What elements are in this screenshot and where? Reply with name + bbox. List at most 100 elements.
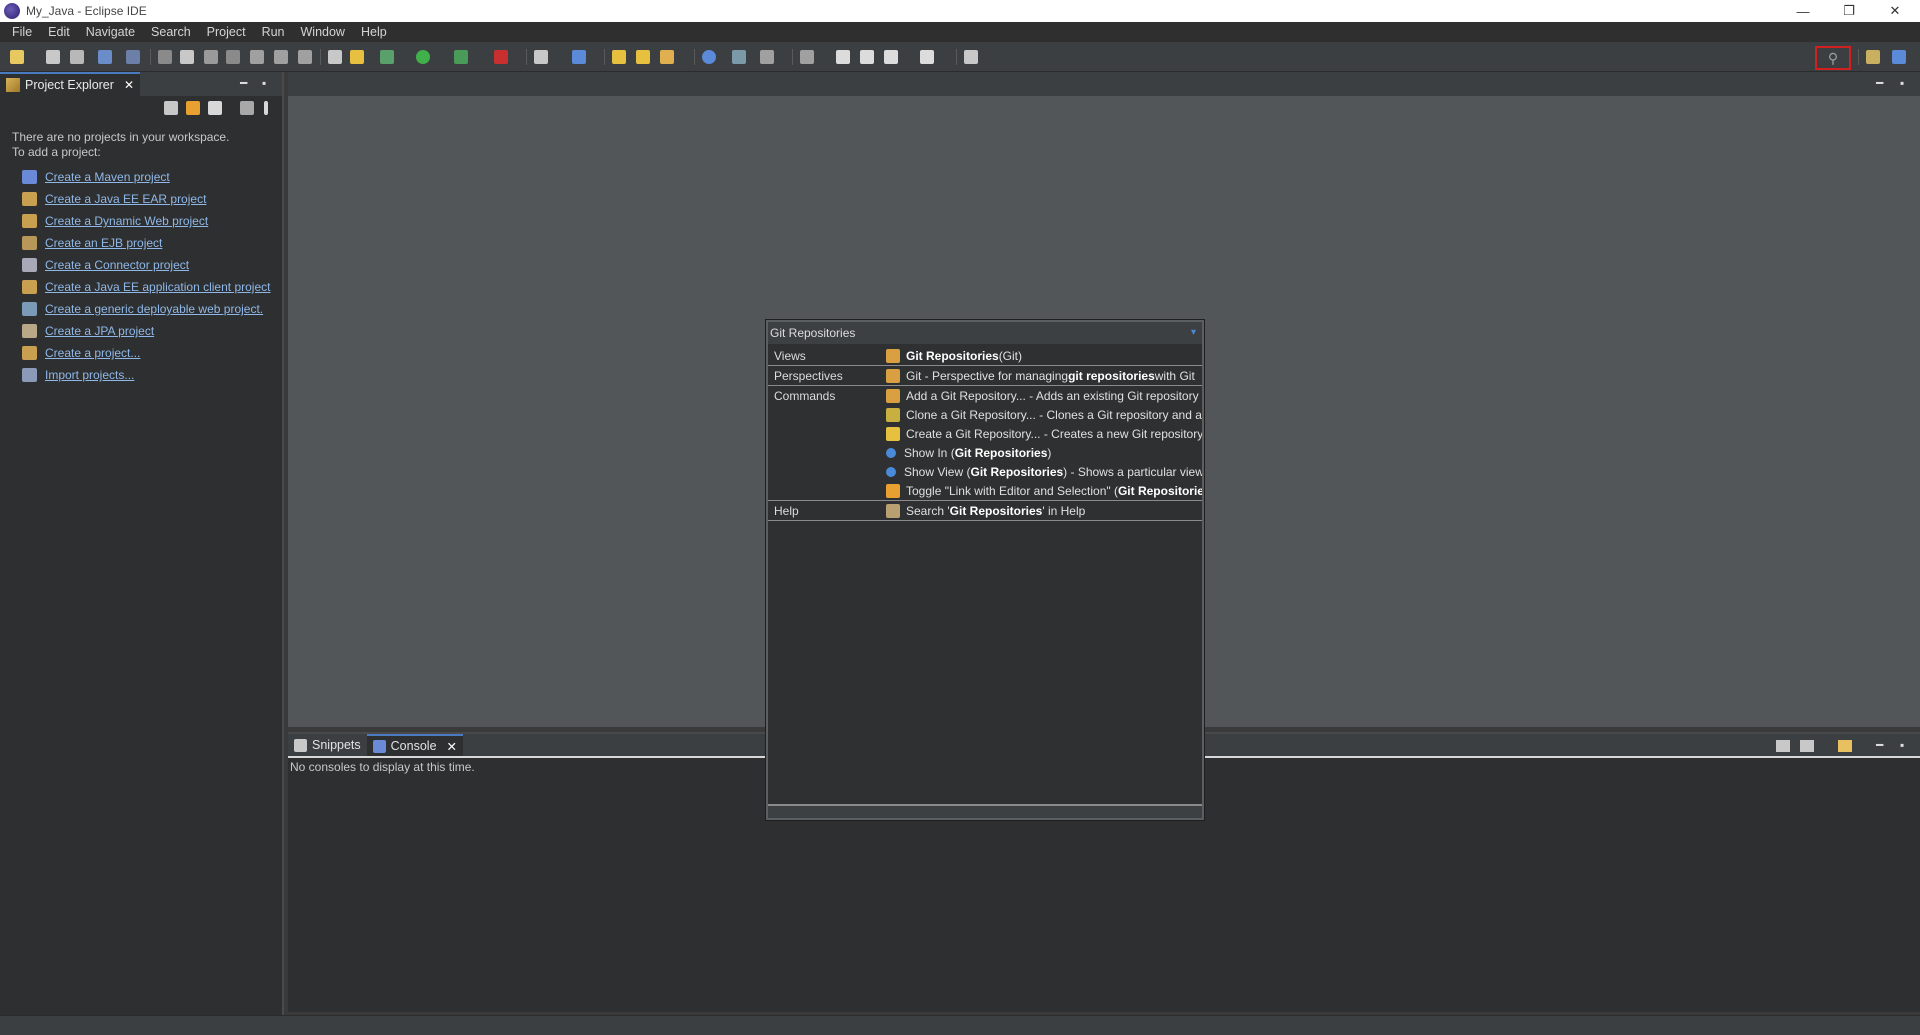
step-return-icon[interactable] <box>298 50 312 64</box>
globe-icon[interactable] <box>702 50 716 64</box>
create-ear-project-link[interactable]: Create a Java EE EAR project <box>45 192 206 206</box>
new-server-icon[interactable] <box>328 50 342 64</box>
new-icon[interactable] <box>10 50 24 64</box>
step-over-icon[interactable] <box>274 50 288 64</box>
maximize-view-button[interactable]: ▪ <box>262 76 266 90</box>
list-item[interactable]: Toggle "Link with Editor and Selection" … <box>768 481 1202 500</box>
tab-project-explorer[interactable]: Project Explorer ✕ <box>0 72 140 96</box>
forward-icon[interactable] <box>920 50 934 64</box>
new-console-icon[interactable] <box>1838 740 1852 752</box>
restore-window-button[interactable]: ❐ <box>1826 0 1872 22</box>
project-explorer-toolbar <box>0 96 282 120</box>
result-git-perspective[interactable]: Git - Perspective for managing git repos… <box>886 368 1202 383</box>
save-all-icon[interactable] <box>70 50 84 64</box>
save-icon[interactable] <box>46 50 60 64</box>
create-jpa-project-link[interactable]: Create a JPA project <box>45 324 154 338</box>
create-generic-web-project-link[interactable]: Create a generic deployable web project. <box>45 302 263 316</box>
menu-project[interactable]: Project <box>199 22 254 42</box>
result-show-view[interactable]: Show View (Git Repositories) - Shows a p… <box>886 465 1202 479</box>
list-item[interactable]: Clone a Git Repository... - Clones a Git… <box>768 405 1202 424</box>
project-explorer-view: Project Explorer ✕ ━ ▪ There are no proj… <box>0 72 284 1015</box>
list-item[interactable]: Perspectives Git - Perspective for manag… <box>768 366 1202 385</box>
tab-console[interactable]: Console ✕ <box>366 734 464 756</box>
resume-icon[interactable] <box>158 50 172 64</box>
prev-annotation-icon[interactable] <box>836 50 850 64</box>
list-item[interactable]: Help Search ' Git Repositories ' in Help <box>768 501 1202 520</box>
popup-menu-icon[interactable]: ▾ <box>1191 327 1196 338</box>
menu-help[interactable]: Help <box>353 22 395 42</box>
close-window-button[interactable]: ✕ <box>1872 0 1918 22</box>
menu-window[interactable]: Window <box>293 22 353 42</box>
external-tools-icon[interactable] <box>494 50 508 64</box>
collapse-all-icon[interactable] <box>164 101 178 115</box>
next-annotation-icon[interactable] <box>860 50 874 64</box>
close-icon[interactable]: ✕ <box>447 739 457 754</box>
open-type-icon[interactable] <box>350 50 364 64</box>
minimize-console-button[interactable]: ━ <box>1876 738 1883 752</box>
minimize-editor-button[interactable]: ━ <box>1876 76 1883 90</box>
open-perspective-icon[interactable] <box>1866 50 1880 64</box>
suspend-icon[interactable] <box>180 50 194 64</box>
view-menu-icon[interactable] <box>264 101 268 115</box>
maximize-console-button[interactable]: ▪ <box>1900 738 1904 752</box>
list-item: Create a generic deployable web project. <box>22 298 282 320</box>
category-label: Views <box>774 348 806 363</box>
result-git-repositories-view[interactable]: Git Repositories (Git) <box>886 348 1202 363</box>
menu-run[interactable]: Run <box>254 22 293 42</box>
maximize-editor-button[interactable]: ▪ <box>1900 76 1904 90</box>
new-package-icon[interactable] <box>572 50 586 64</box>
debug-icon[interactable] <box>380 50 394 64</box>
create-maven-project-link[interactable]: Create a Maven project <box>45 170 170 184</box>
tab-snippets[interactable]: Snippets <box>288 734 367 756</box>
filter-icon[interactable] <box>208 101 222 115</box>
list-item[interactable]: Commands Add a Git Repository... - Adds … <box>768 386 1202 405</box>
open-console-icon[interactable] <box>964 50 978 64</box>
pin-editor-icon[interactable] <box>800 50 814 64</box>
result-toggle-link[interactable]: Toggle "Link with Editor and Selection" … <box>886 483 1202 498</box>
web-browser-icon[interactable] <box>732 50 746 64</box>
create-dynamic-web-project-link[interactable]: Create a Dynamic Web project <box>45 214 208 228</box>
terminal-icon[interactable] <box>98 50 112 64</box>
list-item[interactable]: Create a Git Repository... - Creates a n… <box>768 424 1202 443</box>
coverage-icon[interactable] <box>454 50 468 64</box>
list-item[interactable]: Show In (Git Repositories) <box>768 443 1202 462</box>
terminate-icon[interactable] <box>204 50 218 64</box>
run-icon[interactable] <box>416 50 430 64</box>
disconnect-icon[interactable] <box>226 50 240 64</box>
minimize-view-button[interactable]: ━ <box>240 76 247 90</box>
minimize-window-button[interactable]: — <box>1780 0 1826 22</box>
create-connector-project-link[interactable]: Create a Connector project <box>45 258 189 272</box>
open-task-icon[interactable] <box>636 50 650 64</box>
java-ee-perspective-icon[interactable] <box>1892 50 1906 64</box>
search-tool-icon[interactable] <box>660 50 674 64</box>
result-show-in[interactable]: Show In (Git Repositories) <box>886 446 1202 460</box>
new-java-project-icon[interactable] <box>534 50 548 64</box>
focus-on-task-icon[interactable] <box>240 101 254 115</box>
link-with-editor-icon[interactable] <box>186 101 200 115</box>
skip-breakpoints-icon[interactable] <box>126 50 140 64</box>
search-icon[interactable]: ⚲ <box>1815 46 1851 70</box>
step-into-icon[interactable] <box>250 50 264 64</box>
list-item[interactable]: Views Git Repositories (Git) <box>768 346 1202 365</box>
display-console-icon[interactable] <box>1800 740 1814 752</box>
quick-access-filter-text[interactable]: Git Repositories <box>770 326 855 340</box>
menu-file[interactable]: File <box>4 22 40 42</box>
list-item[interactable]: Show View (Git Repositories) - Shows a p… <box>768 462 1202 481</box>
close-icon[interactable]: ✕ <box>124 78 134 92</box>
result-search-help[interactable]: Search ' Git Repositories ' in Help <box>886 503 1202 518</box>
create-ejb-project-link[interactable]: Create an EJB project <box>45 236 162 250</box>
annotation-icon[interactable] <box>760 50 774 64</box>
menu-edit[interactable]: Edit <box>40 22 78 42</box>
import-projects-link[interactable]: Import projects... <box>45 368 134 382</box>
open-console-icon[interactable] <box>1776 740 1790 752</box>
result-clone-git-repository[interactable]: Clone a Git Repository... - Clones a Git… <box>886 407 1202 422</box>
open-folder-icon[interactable] <box>612 50 626 64</box>
create-app-client-project-link[interactable]: Create a Java EE application client proj… <box>45 280 270 294</box>
menu-search[interactable]: Search <box>143 22 199 42</box>
menu-navigate[interactable]: Navigate <box>78 22 143 42</box>
result-add-git-repository[interactable]: Add a Git Repository... - Adds an existi… <box>886 388 1202 403</box>
result-create-git-repository[interactable]: Create a Git Repository... - Creates a n… <box>886 426 1202 441</box>
help-search-icon <box>886 503 900 518</box>
back-icon[interactable] <box>884 50 898 64</box>
create-project-link[interactable]: Create a project... <box>45 346 140 360</box>
